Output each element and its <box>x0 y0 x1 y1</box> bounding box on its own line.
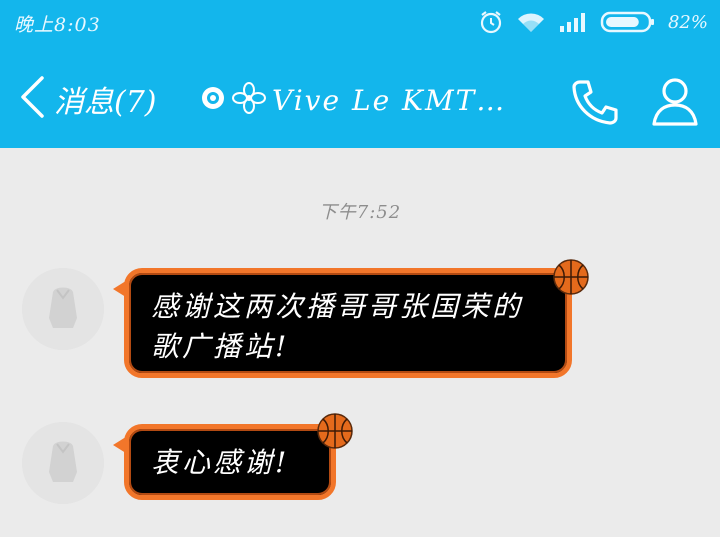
message-timestamp: 下午7:52 <box>318 202 402 223</box>
sun-badge-icon <box>200 85 226 115</box>
default-avatar-icon <box>22 268 104 350</box>
basketball-icon <box>553 259 589 295</box>
profile-button[interactable] <box>648 74 702 128</box>
message-bubble[interactable]: 衷心感谢! <box>113 424 336 500</box>
flower-badge-icon <box>232 82 266 118</box>
message-text-line: 歌广播站! <box>151 330 290 363</box>
chevron-left-icon <box>18 74 46 124</box>
avatar[interactable] <box>22 422 104 504</box>
avatar[interactable] <box>22 268 104 350</box>
signal-icon <box>558 11 588 33</box>
message-bubble[interactable]: 感谢这两次播哥哥张国荣的 歌广播站! <box>113 268 572 378</box>
battery-percent: 82% <box>667 11 708 33</box>
message-text-line: 衷心感谢! <box>151 446 290 479</box>
status-bar: 晚上8:03 82% <box>0 0 720 44</box>
basketball-icon <box>317 413 353 449</box>
bubble-tail <box>113 435 129 455</box>
battery-icon <box>600 10 656 34</box>
message-text-line: 感谢这两次播哥哥张国荣的 <box>151 290 524 323</box>
profile-icon <box>648 78 702 132</box>
wifi-icon <box>516 10 546 34</box>
status-time: 晚上8:03 <box>14 14 101 36</box>
status-icons: 82% <box>478 8 708 36</box>
back-label: 消息(7) <box>54 85 157 120</box>
phone-icon <box>568 80 622 130</box>
bubble-tail <box>113 279 129 299</box>
chat-title[interactable]: Vive Le KMT… <box>200 78 506 122</box>
chat-title-text: Vive Le KMT… <box>272 83 507 117</box>
alarm-icon <box>478 9 504 35</box>
back-button[interactable]: 消息(7) <box>18 74 157 124</box>
default-avatar-icon <box>22 422 104 504</box>
nav-bar: 消息(7) Vive Le KMT… <box>0 60 720 140</box>
call-button[interactable] <box>568 76 622 126</box>
top-bar: 晚上8:03 82% 消息(7) Vive Le KMT… <box>0 0 720 148</box>
